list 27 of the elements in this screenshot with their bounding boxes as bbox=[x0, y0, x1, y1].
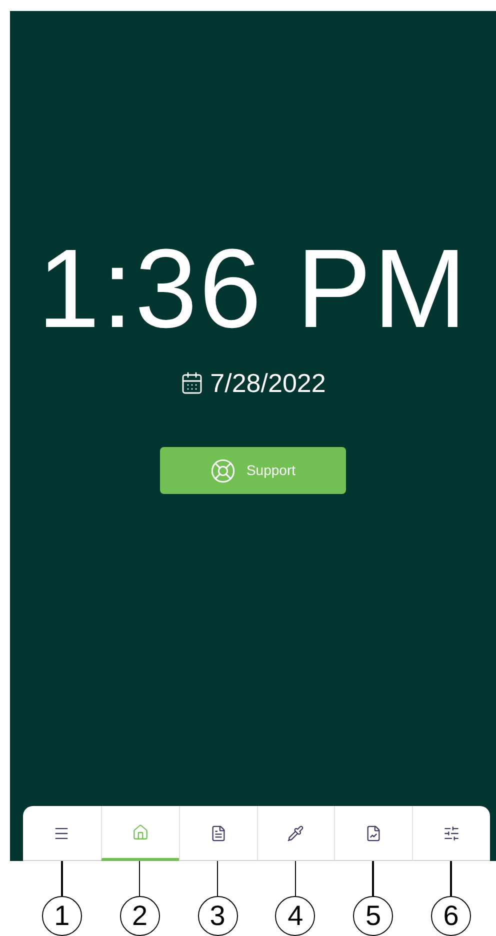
nav-tab[interactable] bbox=[100, 806, 179, 861]
home-icon bbox=[132, 824, 149, 840]
leader-line bbox=[61, 861, 63, 896]
sliders-icon bbox=[443, 824, 460, 842]
support-button[interactable]: Support bbox=[160, 447, 346, 494]
lifebuoy-icon bbox=[210, 458, 236, 484]
nav-tab[interactable] bbox=[412, 806, 490, 861]
document-icon bbox=[210, 824, 227, 842]
clock-time: 1:36 PM bbox=[37, 225, 469, 353]
nav-tab[interactable] bbox=[334, 806, 412, 861]
callout-number: 6 bbox=[431, 896, 472, 936]
callout-number: 1 bbox=[42, 896, 82, 936]
leader-line bbox=[450, 861, 452, 896]
clock-date: 7/28/2022 bbox=[210, 367, 326, 399]
callout-number: 5 bbox=[353, 896, 394, 936]
leader-line bbox=[216, 861, 218, 896]
leader-line bbox=[294, 861, 296, 896]
leader-line bbox=[138, 861, 140, 896]
callout-number: 2 bbox=[120, 896, 160, 936]
callout-number: 4 bbox=[275, 896, 316, 936]
callout-number: 3 bbox=[198, 896, 238, 936]
nav-tab[interactable] bbox=[256, 806, 334, 861]
chart-document-icon bbox=[365, 824, 382, 842]
leader-line bbox=[372, 861, 374, 896]
nav-tab[interactable] bbox=[178, 806, 256, 861]
pipette-icon bbox=[287, 824, 304, 842]
calendar-icon bbox=[180, 371, 204, 395]
